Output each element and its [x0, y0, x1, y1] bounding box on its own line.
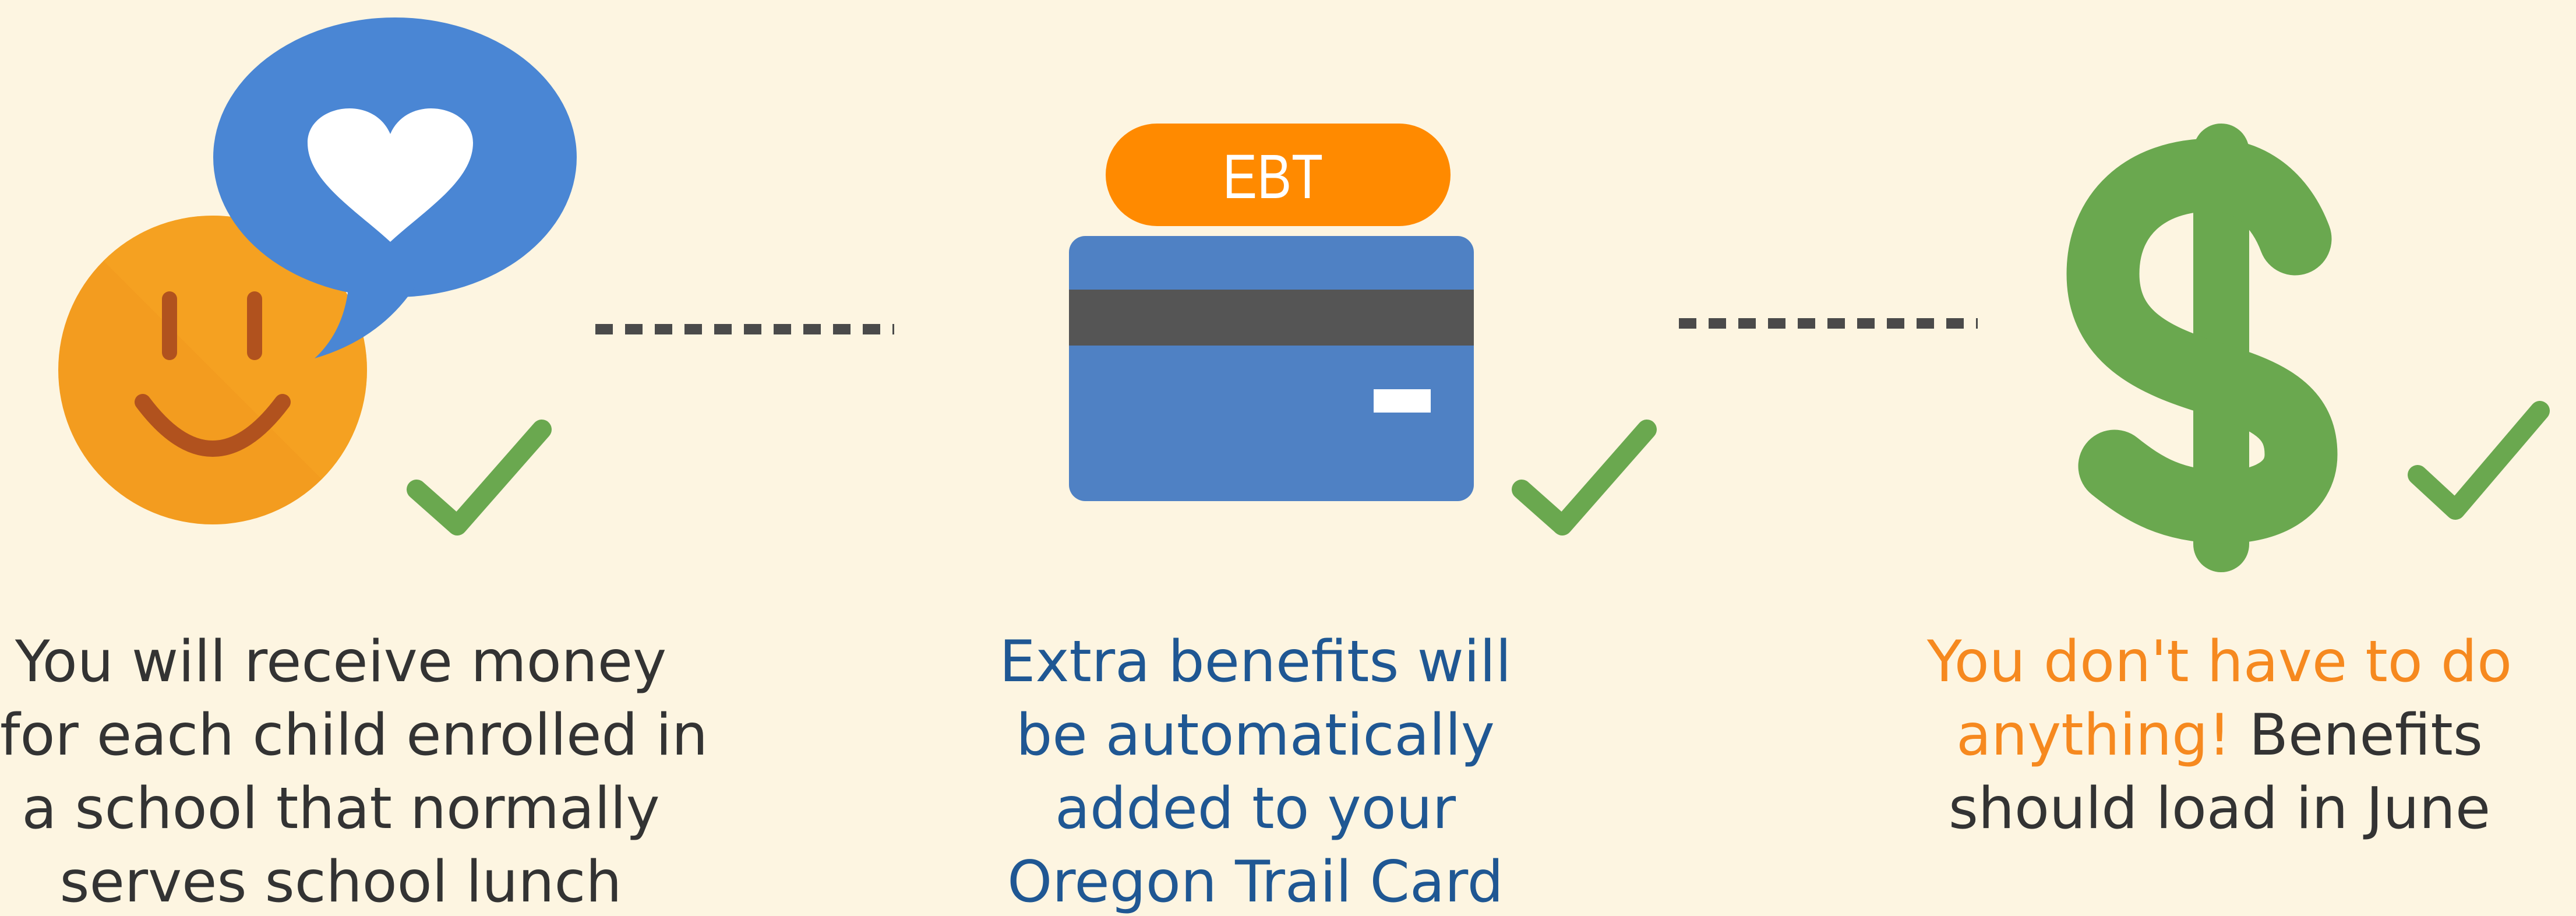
caption-line: added to your: [1054, 776, 1456, 842]
caption-line: should load in June: [1893, 772, 2546, 845]
step-3-caption: You don't have to do anything! Benefits …: [1893, 625, 2546, 845]
checkmark-icon: [2408, 401, 2550, 520]
caption-line: anything! Benefits: [1893, 699, 2546, 772]
caption-line: Oregon Trail Card: [1007, 849, 1504, 915]
caption-text: Benefits: [2231, 702, 2483, 769]
checkmark-icon: [1512, 420, 1657, 535]
caption-text: should load in June: [1948, 776, 2491, 842]
ebt-card-icon: EBT: [1069, 124, 1474, 501]
step-1-caption: You will receive money for each child en…: [0, 625, 708, 916]
caption-line: serves school lunch: [59, 849, 622, 915]
checkmark-icon: [407, 420, 552, 535]
caption-line: You don't have to do: [1893, 625, 2546, 699]
caption-line: be automatically: [1016, 702, 1495, 769]
caption-line: for each child enrolled in: [0, 702, 708, 769]
caption-accent-text: anything!: [1956, 702, 2231, 769]
dollar-sign-icon: [2066, 124, 2338, 572]
infographic: EBT You will receive money for each chil…: [0, 0, 2576, 916]
caption-line: Extra benefits will: [999, 629, 1512, 695]
caption-accent-text: You don't have to do: [1926, 629, 2513, 695]
ebt-label: EBT: [1223, 142, 1323, 212]
caption-line: You will receive money: [15, 629, 667, 695]
caption-line: a school that normally: [22, 776, 660, 842]
step-2-caption: Extra benefits will be automatically add…: [926, 625, 1585, 916]
